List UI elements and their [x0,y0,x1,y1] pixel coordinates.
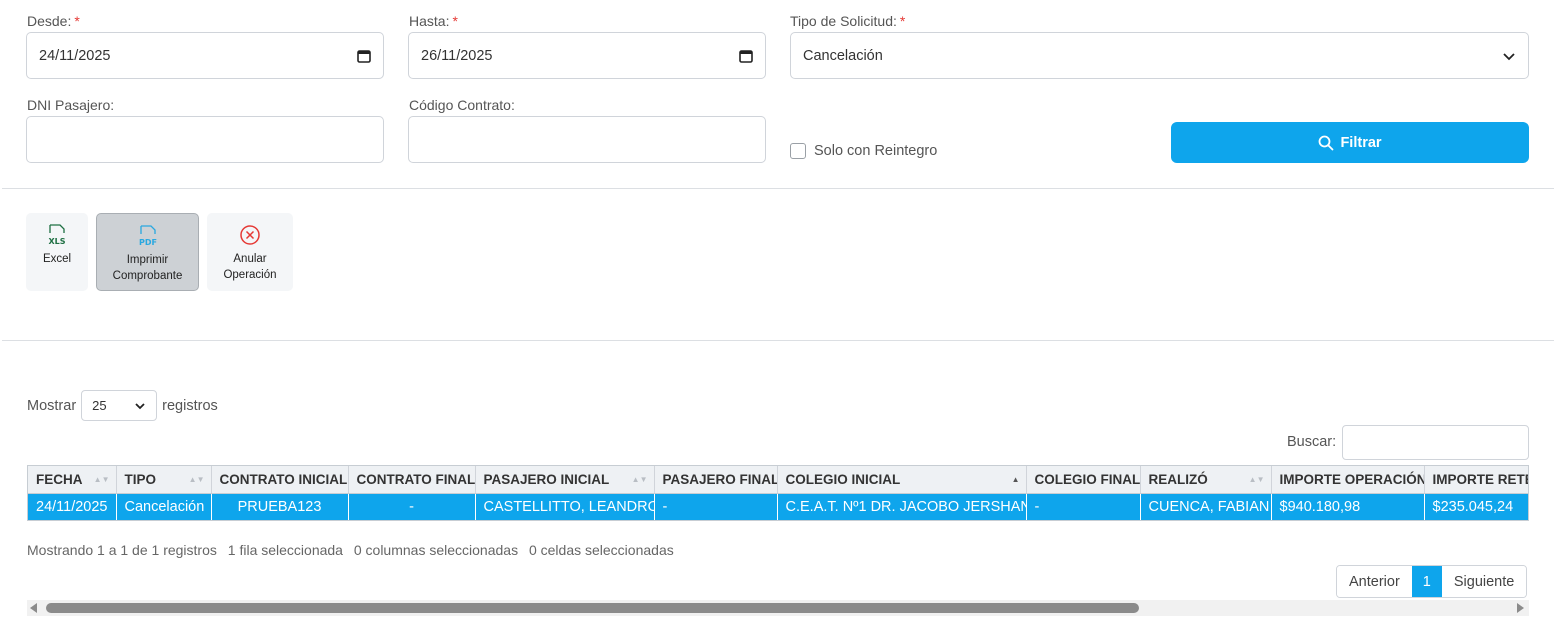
prev-page-button[interactable]: Anterior [1337,566,1412,597]
col-header-pasajero-inicial[interactable]: PASAJERO INICIAL ▲▼ [475,466,655,494]
cell-pasajero-final[interactable]: - [654,493,778,520]
mostrar-label: Mostrar [27,397,77,414]
desde-value: 24/11/2025 [39,47,111,64]
imprimir-comprobante-button[interactable]: PDF Imprimir Comprobante [96,213,199,291]
results-table: FECHA ▲▼ TIPO ▲▼ CONTRATO INICIAL CONTRATO… [27,465,1529,521]
scrollbar-thumb[interactable] [46,603,1139,613]
filtrar-button[interactable]: Filtrar [1171,122,1529,163]
cell-contrato-final[interactable]: - [348,493,476,520]
search-input[interactable] [1342,425,1529,460]
sort-icon: ▲▼ [1248,475,1265,484]
filtrar-label: Filtrar [1340,134,1382,151]
sort-asc-icon: ▲ [1011,475,1020,484]
excel-button[interactable]: XLS Excel [26,213,88,291]
table-info: Mostrando 1 a 1 de 1 registros 1 fila se… [27,542,681,558]
codigo-contrato-input[interactable] [408,116,766,163]
cancel-circle-icon [239,223,261,247]
page-length-control: Mostrar 25 registros [27,390,218,421]
col-header-importe-retenido[interactable]: IMPORTE RETEN [1424,466,1528,494]
calendar-icon[interactable] [357,49,371,63]
sort-icon: ▲▼ [631,475,648,484]
chevron-down-icon [135,402,145,409]
showing-text: Mostrando 1 a 1 de 1 registros [27,542,217,558]
cell-tipo[interactable]: Cancelación [116,493,212,520]
tipo-solicitud-value: Cancelación [803,47,883,64]
table-header-row: FECHA ▲▼ TIPO ▲▼ CONTRATO INICIAL CONTRATO… [28,466,1528,494]
excel-label: Excel [42,253,72,265]
cols-selected-text: 0 columnas seleccionadas [353,542,519,558]
cell-importe-retenido[interactable]: $235.045,24 [1424,493,1528,520]
pdf-file-icon: PDF [137,224,159,248]
cells-selected-text: 0 celdas seleccionadas [528,542,674,558]
table-row[interactable]: 24/11/2025 Cancelación PRUEBA123 - CASTE… [28,493,1528,520]
col-header-pasajero-final[interactable]: PASAJERO FINAL [654,466,778,494]
solo-reintegro-option[interactable]: Solo con Reintegro [790,143,937,159]
sort-icon: ▲▼ [93,475,110,484]
anular-operacion-button[interactable]: Anular Operación [207,213,293,291]
col-header-colegio-inicial[interactable]: COLEGIO INICIAL ▲ [777,466,1027,494]
col-header-colegio-final[interactable]: COLEGIO FINAL [1026,466,1141,494]
anular-label-1: Anular [233,253,267,265]
divider [2,188,1554,189]
cell-colegio-final[interactable]: - [1026,493,1141,520]
tipo-solicitud-label: Tipo de Solicitud: * [790,13,906,29]
svg-text:XLS: XLS [48,237,65,246]
divider [2,340,1554,341]
hasta-label: Hasta: * [409,13,458,29]
desde-label: Desde: * [27,13,80,29]
dni-label: DNI Pasajero: [27,97,115,113]
hasta-date-input[interactable]: 26/11/2025 [408,32,766,79]
col-header-tipo[interactable]: TIPO ▲▼ [116,466,212,494]
scroll-left-arrow-icon[interactable] [30,603,37,613]
chevron-down-icon [1503,52,1515,60]
solo-reintegro-checkbox[interactable] [790,143,806,159]
calendar-icon[interactable] [739,49,753,63]
search-icon [1319,135,1334,150]
cell-realizo[interactable]: CUENCA, FABIAN [1140,493,1272,520]
tipo-solicitud-select[interactable]: Cancelación [790,32,1529,79]
next-page-button[interactable]: Siguiente [1441,566,1527,597]
imprimir-label-1: Imprimir [126,254,169,266]
dni-input[interactable] [26,116,384,163]
cell-fecha[interactable]: 24/11/2025 [28,493,117,520]
horizontal-scrollbar[interactable] [27,600,1529,616]
anular-label-2: Operación [223,269,277,281]
col-header-realizo[interactable]: REALIZÓ ▲▼ [1140,466,1272,494]
sort-icon: ▲▼ [188,475,205,484]
hasta-value: 26/11/2025 [421,47,493,64]
pagination: Anterior 1 Siguiente [1336,565,1528,598]
col-header-contrato-inicial[interactable]: CONTRATO INICIAL [211,466,349,494]
codigo-contrato-label: Código Contrato: [409,97,515,113]
cell-importe-operacion[interactable]: $940.180,98 [1271,493,1425,520]
col-header-fecha[interactable]: FECHA ▲▼ [28,466,117,494]
imprimir-label-2: Comprobante [112,270,183,282]
svg-text:PDF: PDF [139,238,157,247]
col-header-contrato-final[interactable]: CONTRATO FINAL [348,466,476,494]
cell-contrato-inicial[interactable]: PRUEBA123 [211,493,349,520]
page-1-button[interactable]: 1 [1411,566,1442,597]
desde-date-input[interactable]: 24/11/2025 [26,32,384,79]
scroll-right-arrow-icon[interactable] [1517,603,1524,613]
registros-label: registros [162,397,218,414]
cell-colegio-inicial[interactable]: C.E.A.T. Nº1 DR. JACOBO JERSHANIK [777,493,1027,520]
page-length-select[interactable]: 25 [81,390,158,421]
col-header-importe-operacion[interactable]: IMPORTE OPERACIÓN [1271,466,1425,494]
xls-file-icon: XLS [47,223,67,247]
buscar-label: Buscar: [1287,434,1337,450]
solo-reintegro-label: Solo con Reintegro [814,143,938,159]
rows-selected-text: 1 fila seleccionada [227,542,343,558]
cell-pasajero-inicial[interactable]: CASTELLITTO, LEANDRO [475,493,655,520]
